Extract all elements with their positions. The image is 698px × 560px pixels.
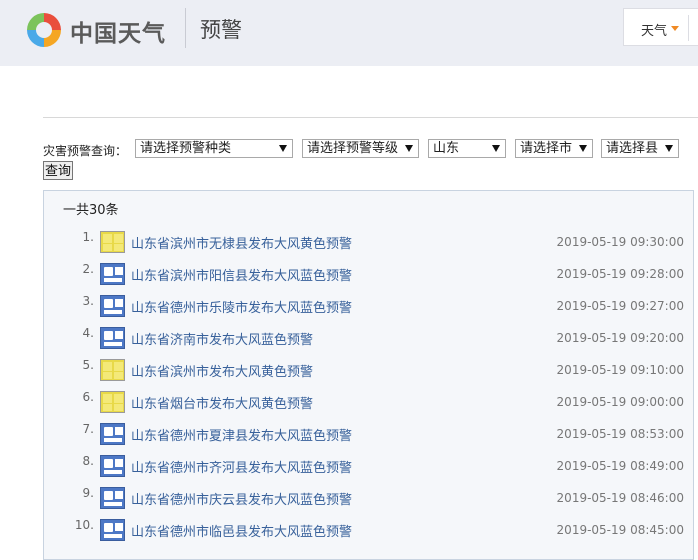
blue-wind-warning-icon bbox=[100, 487, 125, 509]
province-select[interactable]: 山东 bbox=[428, 139, 506, 158]
dropdown-arrow-icon bbox=[279, 145, 287, 152]
brand-name[interactable]: 中国天气 bbox=[70, 14, 166, 48]
list-item[interactable]: 7. 山东省德州市夏津县发布大风蓝色预警 2019-05-19 08:53:00 bbox=[43, 422, 694, 454]
warning-timestamp: 2019-05-19 08:49:00 bbox=[556, 459, 684, 473]
total-count: 一共30条 bbox=[63, 203, 119, 218]
page-title: 预警 bbox=[200, 18, 242, 42]
list-item[interactable]: 2. 山东省滨州市阳信县发布大风蓝色预警 2019-05-19 09:28:00 bbox=[43, 262, 694, 294]
list-item[interactable]: 6. 山东省烟台市发布大风黄色预警 2019-05-19 09:00:00 bbox=[43, 390, 694, 422]
blue-wind-warning-icon bbox=[100, 295, 125, 317]
warning-title-link[interactable]: 山东省德州市乐陵市发布大风蓝色预警 bbox=[131, 297, 352, 316]
list-item-number: 6. bbox=[82, 390, 94, 404]
query-button[interactable]: 查询 bbox=[43, 161, 73, 180]
warning-title-link[interactable]: 山东省德州市临邑县发布大风蓝色预警 bbox=[131, 521, 352, 540]
list-item-number: 10. bbox=[74, 518, 94, 532]
list-item[interactable]: 1. 山东省滨州市无棣县发布大风黄色预警 2019-05-19 09:30:00 bbox=[43, 230, 694, 262]
warning-timestamp: 2019-05-19 09:20:00 bbox=[556, 331, 684, 345]
list-item-number: 9. bbox=[82, 486, 94, 500]
list-item-number: 7. bbox=[82, 422, 94, 436]
warning-level-select[interactable]: 请选择预警等级 bbox=[302, 139, 419, 158]
yellow-wind-warning-icon bbox=[100, 359, 125, 381]
warning-level-value: 请选择预警等级 bbox=[307, 141, 399, 156]
warning-timestamp: 2019-05-19 09:10:00 bbox=[556, 363, 684, 377]
weather-nav-label: 天气 bbox=[641, 24, 668, 39]
warning-title-link[interactable]: 山东省德州市夏津县发布大风蓝色预警 bbox=[131, 425, 352, 444]
blue-wind-warning-icon bbox=[100, 455, 125, 477]
blue-wind-warning-icon bbox=[100, 423, 125, 445]
county-value: 请选择县 bbox=[606, 141, 659, 156]
warning-title-link[interactable]: 山东省德州市庆云县发布大风蓝色预警 bbox=[131, 489, 352, 508]
blue-wind-warning-icon bbox=[100, 263, 125, 285]
warning-type-select[interactable]: 请选择预警种类 bbox=[135, 139, 293, 158]
blue-wind-warning-icon bbox=[100, 519, 125, 541]
site-header: 中国天气 预警 天气 bbox=[0, 0, 698, 66]
dropdown-arrow-icon bbox=[405, 145, 413, 152]
weather-logo-icon[interactable] bbox=[24, 10, 64, 50]
warning-timestamp: 2019-05-19 09:00:00 bbox=[556, 395, 684, 409]
warning-title-link[interactable]: 山东省滨州市发布大风黄色预警 bbox=[131, 361, 313, 380]
yellow-wind-warning-icon bbox=[100, 231, 125, 253]
city-select[interactable]: 请选择市 bbox=[515, 139, 593, 158]
dropdown-divider bbox=[688, 15, 689, 41]
warning-title-link[interactable]: 山东省滨州市阳信县发布大风蓝色预警 bbox=[131, 265, 352, 284]
warning-title-link[interactable]: 山东省烟台市发布大风黄色预警 bbox=[131, 393, 313, 412]
warning-timestamp: 2019-05-19 09:30:00 bbox=[556, 235, 684, 249]
list-item-number: 3. bbox=[82, 294, 94, 308]
list-item[interactable]: 10. 山东省德州市临邑县发布大风蓝色预警 2019-05-19 08:45:00 bbox=[43, 518, 694, 550]
warning-timestamp: 2019-05-19 08:45:00 bbox=[556, 523, 684, 537]
list-item-number: 8. bbox=[82, 454, 94, 468]
filter-label: 灾害预警查询： bbox=[43, 144, 128, 158]
warning-type-value: 请选择预警种类 bbox=[140, 141, 232, 156]
list-item-number: 1. bbox=[82, 230, 94, 244]
list-item-number: 2. bbox=[82, 262, 94, 276]
list-item[interactable]: 4. 山东省济南市发布大风蓝色预警 2019-05-19 09:20:00 bbox=[43, 326, 694, 358]
list-item-number: 4. bbox=[82, 326, 94, 340]
weather-nav-dropdown[interactable]: 天气 bbox=[623, 8, 698, 46]
list-item[interactable]: 3. 山东省德州市乐陵市发布大风蓝色预警 2019-05-19 09:27:00 bbox=[43, 294, 694, 326]
list-item[interactable]: 5. 山东省滨州市发布大风黄色预警 2019-05-19 09:10:00 bbox=[43, 358, 694, 390]
list-item[interactable]: 9. 山东省德州市庆云县发布大风蓝色预警 2019-05-19 08:46:00 bbox=[43, 486, 694, 518]
dropdown-arrow-icon bbox=[665, 145, 673, 152]
warning-title-link[interactable]: 山东省济南市发布大风蓝色预警 bbox=[131, 329, 313, 348]
section-divider bbox=[43, 117, 698, 118]
province-value: 山东 bbox=[433, 141, 460, 156]
dropdown-arrow-icon bbox=[579, 145, 587, 152]
header-divider bbox=[185, 8, 186, 48]
warning-title-link[interactable]: 山东省德州市齐河县发布大风蓝色预警 bbox=[131, 457, 352, 476]
blue-wind-warning-icon bbox=[100, 327, 125, 349]
warning-timestamp: 2019-05-19 09:27:00 bbox=[556, 299, 684, 313]
list-item-number: 5. bbox=[82, 358, 94, 372]
city-value: 请选择市 bbox=[520, 141, 573, 156]
county-select[interactable]: 请选择县 bbox=[601, 139, 679, 158]
warning-timestamp: 2019-05-19 09:28:00 bbox=[556, 267, 684, 281]
chevron-down-icon bbox=[671, 26, 679, 31]
warning-timestamp: 2019-05-19 08:53:00 bbox=[556, 427, 684, 441]
warning-title-link[interactable]: 山东省滨州市无棣县发布大风黄色预警 bbox=[131, 233, 352, 252]
list-item[interactable]: 8. 山东省德州市齐河县发布大风蓝色预警 2019-05-19 08:49:00 bbox=[43, 454, 694, 486]
yellow-wind-warning-icon bbox=[100, 391, 125, 413]
dropdown-arrow-icon bbox=[492, 145, 500, 152]
warning-timestamp: 2019-05-19 08:46:00 bbox=[556, 491, 684, 505]
